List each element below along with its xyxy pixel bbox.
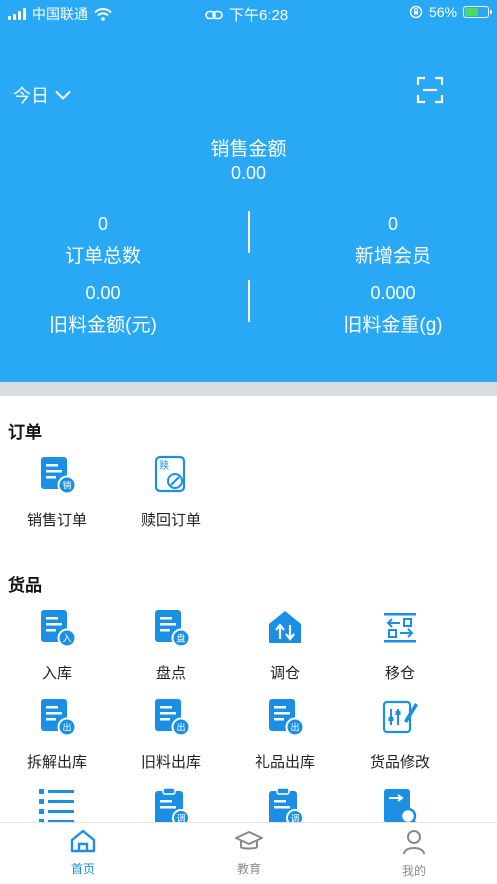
menu-item-label: 入库 [41, 665, 72, 682]
menu-item-redeem-order[interactable]: 赎 赎回订单 [121, 455, 221, 530]
svg-text:出: 出 [176, 722, 185, 734]
tab-home[interactable]: 首页 [33, 829, 133, 877]
menu-item-warehouse-transfer[interactable]: 调仓 [235, 608, 335, 683]
inventory-check-doc-icon: 盘 [155, 610, 191, 648]
sales-amount-value: 0.00 [230, 163, 267, 183]
stat-value: 0 [387, 214, 398, 234]
edit-settings-icon [382, 700, 418, 734]
link-icon [205, 10, 223, 19]
divider [248, 211, 250, 253]
svg-text:入: 入 [62, 634, 71, 645]
tab-education[interactable]: 教育 [199, 829, 299, 877]
stat-old-material-amount: 0.00 旧料金额(元) [0, 283, 206, 337]
tab-mine[interactable]: 我的 [364, 829, 464, 879]
stat-order-count: 0 订单总数 [0, 214, 206, 268]
tab-label: 教育 [236, 862, 261, 876]
stat-label: 新增会员 [354, 246, 431, 267]
date-filter-dropdown[interactable]: 今日 [13, 82, 71, 108]
menu-item-label: 调仓 [269, 665, 300, 682]
search-doc-icon [384, 789, 420, 828]
sales-doc-icon: 销 [41, 457, 77, 495]
svg-text:赎: 赎 [159, 459, 169, 472]
svg-text:出: 出 [62, 722, 71, 734]
menu-item-label: 货品修改 [369, 754, 430, 771]
graduation-cap-icon [235, 831, 263, 850]
menu-item-gift-out[interactable]: 出 礼品出库 [235, 697, 335, 772]
stat-label: 旧料金重(g) [343, 315, 443, 336]
svg-text:销: 销 [62, 480, 71, 492]
menu-item-label: 销售订单 [26, 512, 87, 529]
battery-percent: 56% [428, 4, 457, 20]
menu-item-label: 拆解出库 [26, 754, 87, 771]
stat-value: 0.00 [85, 283, 121, 303]
stock-in-doc-icon: 入 [41, 610, 77, 648]
status-time: 下午6:28 [229, 7, 289, 24]
clipboard-adjust-icon: 调 [155, 787, 190, 827]
status-bar: 中国联通 下午6:28 56% [0, 0, 497, 26]
section-separator [0, 382, 497, 396]
menu-item-disassemble-out[interactable]: 出 拆解出库 [7, 697, 107, 772]
stock-out-doc-icon: 出 [155, 699, 191, 737]
menu-item-label: 礼品出库 [254, 754, 315, 771]
bottom-tab-bar: 首页 教育 我的 [0, 822, 497, 884]
tab-label: 我的 [401, 864, 426, 878]
menu-item-label: 赎回订单 [140, 512, 201, 529]
menu-item-sales-order[interactable]: 销 销售订单 [7, 455, 107, 530]
menu-item-goods-edit[interactable]: 货品修改 [350, 697, 450, 772]
menu-item-old-material-out[interactable]: 出 旧料出库 [121, 697, 221, 772]
stat-old-material-weight: 0.000 旧料金重(g) [290, 283, 496, 337]
chevron-down-icon [55, 90, 71, 100]
section-title-orders: 订单 [8, 423, 42, 442]
stock-out-doc-icon: 出 [269, 699, 305, 737]
date-filter-label: 今日 [13, 86, 49, 106]
list-icon [39, 789, 74, 824]
menu-item-inventory-check[interactable]: 盘 盘点 [121, 608, 221, 683]
person-icon [403, 830, 425, 855]
wifi-icon [94, 7, 112, 21]
stat-value: 0 [97, 214, 108, 234]
battery-icon [463, 6, 492, 18]
divider [248, 280, 250, 322]
summary-header: 中国联通 下午6:28 56% 今日 销售金额 0.00 0 订单总数 0 新增… [0, 0, 497, 382]
menu-item-location-move[interactable]: 移仓 [350, 608, 450, 683]
menu-item-label: 盘点 [155, 665, 186, 682]
clipboard-adjust-icon: 调 [269, 787, 304, 827]
stat-label: 订单总数 [64, 246, 141, 267]
stat-value: 0.000 [370, 283, 416, 303]
signal-icon [8, 8, 26, 20]
svg-text:盘: 盘 [176, 633, 185, 645]
warehouse-transfer-icon [269, 611, 301, 643]
scan-icon[interactable] [416, 76, 444, 104]
location-move-icon [384, 613, 416, 643]
stat-label: 旧料金额(元) [49, 315, 157, 336]
orientation-lock-icon [409, 5, 423, 19]
carrier-name: 中国联通 [32, 6, 88, 22]
menu-item-label: 移仓 [384, 665, 415, 682]
menu-item-stock-in[interactable]: 入 入库 [7, 608, 107, 683]
stock-out-doc-icon: 出 [41, 699, 77, 737]
redeem-doc-icon: 赎 [154, 455, 186, 493]
svg-text:出: 出 [290, 722, 299, 734]
section-title-goods: 货品 [8, 576, 42, 595]
home-icon [70, 829, 96, 853]
stat-new-members: 0 新增会员 [290, 214, 496, 268]
sales-amount-label: 销售金额 [210, 139, 287, 160]
menu-item-label: 旧料出库 [140, 754, 201, 771]
tab-label: 首页 [70, 862, 95, 876]
